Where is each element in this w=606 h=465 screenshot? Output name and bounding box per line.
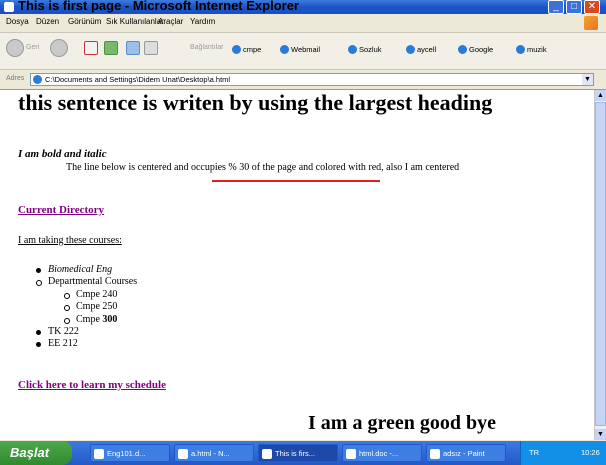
menu-dosya[interactable]: Dosya <box>6 17 29 26</box>
scrollbar-thumb[interactable] <box>595 102 606 426</box>
ie-link-icon <box>516 45 525 54</box>
task-html-doc[interactable]: html.doc -... <box>342 444 422 462</box>
clock[interactable]: 10:26 <box>581 441 600 465</box>
links-label: Bağlantılar <box>190 44 224 51</box>
menu-duzen[interactable]: Düzen <box>36 17 59 26</box>
ie-link-icon <box>458 45 467 54</box>
ie-link-icon <box>406 45 415 54</box>
menu-yardim[interactable]: Yardım <box>190 17 215 26</box>
forward-arrow-icon[interactable] <box>50 39 68 57</box>
ie-link-icon <box>348 45 357 54</box>
minimize-button[interactable]: _ <box>548 0 564 14</box>
paint-icon <box>430 449 440 459</box>
address-input[interactable]: C:\Documents and Settings\Didem Unat\Des… <box>30 73 594 86</box>
taskbar: Başlat Eng101.d... a.html - N... This is… <box>0 441 606 465</box>
ie-icon <box>262 449 272 459</box>
page-heading: this sentence is writen by using the lar… <box>18 90 493 115</box>
close-button[interactable]: ✕ <box>584 0 600 14</box>
list-item: TK 222 <box>36 326 125 338</box>
notepad-icon <box>178 449 188 459</box>
back-arrow-icon[interactable] <box>6 39 24 57</box>
ie-link-icon <box>232 45 241 54</box>
link-aycell[interactable]: aycell <box>406 45 436 54</box>
circle-bullet-icon <box>36 280 42 287</box>
bold-italic-text: I am bold and italic <box>18 148 107 160</box>
menu-araclar[interactable]: Araçlar <box>158 17 183 26</box>
disc-bullet-icon <box>36 330 41 336</box>
address-bar: Adres C:\Documents and Settings\Didem Un… <box>0 70 606 90</box>
word-icon <box>94 449 104 459</box>
circle-bullet-icon <box>64 292 70 299</box>
link-sozluk[interactable]: Sozluk <box>348 45 382 54</box>
title-bar: This is first page - Microsoft Internet … <box>0 0 606 14</box>
link-muzik[interactable]: muzik <box>516 45 547 54</box>
task-ie[interactable]: This is firs... <box>258 444 338 462</box>
courses-intro: I am taking these courses: <box>18 235 122 246</box>
scroll-down-icon[interactable]: ▼ <box>595 429 606 440</box>
language-indicator[interactable]: TR <box>529 441 539 465</box>
ie-window-icon <box>4 2 14 12</box>
task-notepad[interactable]: a.html - N... <box>174 444 254 462</box>
task-paint[interactable]: adsız - Paint <box>426 444 506 462</box>
system-tray: TR 10:26 <box>520 441 606 465</box>
list-item: Cmpe 240 <box>64 289 153 301</box>
start-button[interactable]: Başlat <box>0 441 72 465</box>
menu-bar: Dosya Düzen Görünüm Sık Kullanılanlar Ar… <box>0 14 606 33</box>
window-title: This is first page - Microsoft Internet … <box>18 0 299 13</box>
list-item: Cmpe 300 <box>64 314 153 326</box>
link-cmpe[interactable]: cmpe <box>232 45 261 54</box>
centered-line: The line below is centered and occupies … <box>66 162 460 173</box>
circle-bullet-icon <box>64 305 70 312</box>
menu-sik-kullanilanlar[interactable]: Sık Kullanılanlar <box>106 17 164 26</box>
list-item: Departmental Courses <box>36 276 137 288</box>
address-label: Adres <box>6 75 25 82</box>
list-item: Biomedical Eng <box>36 264 125 276</box>
word-icon <box>346 449 356 459</box>
red-horizontal-rule <box>212 180 380 182</box>
list-item: Cmpe 250 <box>64 301 153 313</box>
list-item: EE 212 <box>36 338 125 350</box>
disc-bullet-icon <box>36 268 41 273</box>
back-button-label[interactable]: Geri <box>26 44 39 51</box>
schedule-link[interactable]: Click here to learn my schedule <box>18 379 166 391</box>
toolbar: Geri Bağlantılar cmpe Webmail Sozluk ayc… <box>0 33 606 70</box>
maximize-button[interactable]: □ <box>566 0 582 14</box>
goodbye-text: I am a green good bye <box>308 412 496 434</box>
home-icon[interactable] <box>126 41 140 55</box>
vertical-scrollbar[interactable]: ▲ ▼ <box>594 90 606 440</box>
circle-bullet-icon <box>64 317 70 324</box>
stop-icon[interactable] <box>84 41 98 55</box>
refresh-icon[interactable] <box>104 41 118 55</box>
link-webmail[interactable]: Webmail <box>280 45 320 54</box>
menu-gorunum[interactable]: Görünüm <box>68 17 101 26</box>
disc-bullet-icon <box>36 342 41 348</box>
link-google[interactable]: Google <box>458 45 493 54</box>
current-directory-link[interactable]: Current Directory <box>18 204 104 216</box>
course-list: Biomedical Eng Departmental Courses Cmpe… <box>36 264 137 351</box>
scroll-up-icon[interactable]: ▲ <box>595 90 606 101</box>
windows-logo-icon <box>584 16 598 30</box>
chevron-down-icon[interactable]: ▼ <box>582 74 593 85</box>
print-icon[interactable] <box>144 41 158 55</box>
task-eng101[interactable]: Eng101.d... <box>90 444 170 462</box>
address-value: C:\Documents and Settings\Didem Unat\Des… <box>45 75 231 84</box>
page-content: this sentence is writen by using the lar… <box>0 90 594 440</box>
ie-link-icon <box>280 45 289 54</box>
page-icon <box>33 75 42 84</box>
